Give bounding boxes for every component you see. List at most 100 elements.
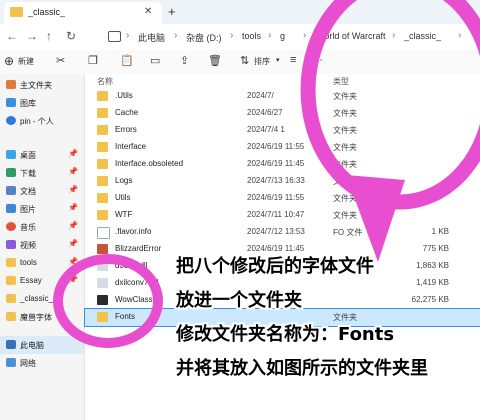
pin-icon: 📌 xyxy=(68,203,78,212)
back-icon[interactable]: ← xyxy=(6,29,18,43)
column-header-name[interactable]: 名称 xyxy=(97,76,113,87)
pin-icon: 📌 xyxy=(68,185,78,194)
paste-icon[interactable]: 📋 xyxy=(120,54,134,67)
chevron-right-icon: › xyxy=(230,30,234,41)
sidebar-item-gallery[interactable]: 图库 xyxy=(0,94,84,112)
sidebar-item-wow-fonts[interactable]: 魔兽字体 xyxy=(0,308,84,326)
sidebar-item-label: 主文件夹 xyxy=(20,81,52,90)
breadcrumb-classic[interactable]: _classic_ xyxy=(404,31,441,41)
address-bar[interactable]: ← → ↑ ↻ › 此电脑 › 杂盘 (D:) › tools › g › Wo… xyxy=(0,24,480,51)
delete-icon[interactable]: 🗑 xyxy=(208,54,222,67)
sidebar-item-home[interactable]: 主文件夹 xyxy=(0,76,84,94)
file-row[interactable]: Logs 2024/7/13 16:33 文件夹 xyxy=(85,173,480,190)
tab-classic[interactable]: _classic_ ✕ xyxy=(4,2,162,24)
sidebar-item-label: 图库 xyxy=(20,99,36,108)
file-size: 1,863 KB xyxy=(416,261,449,270)
file-row[interactable]: WowClassic 62,275 KB xyxy=(85,292,480,309)
computer-icon xyxy=(6,340,16,349)
file-row[interactable]: .flavor.info 2024/7/12 13:53 FO 文件 1 KB xyxy=(85,224,480,241)
file-name: Cache xyxy=(115,108,139,117)
file-row[interactable]: WTF 2024/7/11 10:47 文件夹 xyxy=(85,207,480,224)
breadcrumb-g[interactable]: g xyxy=(280,31,285,41)
file-name: BlizzardError xyxy=(115,244,162,253)
file-row[interactable]: Errors 2024/7/4 1 文件夹 xyxy=(85,122,480,139)
sidebar-item-tools[interactable]: tools 📌 xyxy=(0,254,84,272)
folder-icon xyxy=(6,276,16,285)
file-type: 文件夹 xyxy=(333,194,357,203)
file-row[interactable]: d3d12.dll 2024/6/1,863 KB xyxy=(85,258,480,275)
rename-icon[interactable]: ▭ xyxy=(150,54,160,67)
sidebar-item-label: 魔兽字体 xyxy=(20,313,52,322)
sidebar-item-label: pin - 个人 xyxy=(20,117,54,126)
sidebar-item-essay[interactable]: Essay 📌 xyxy=(0,272,84,290)
sidebar-item-label: 网络 xyxy=(20,359,36,368)
cut-icon[interactable]: ✂ xyxy=(56,54,65,67)
pin-icon: 📌 xyxy=(68,167,78,176)
sort-button[interactable]: 排序 xyxy=(254,56,270,67)
more-button[interactable]: ··· xyxy=(312,54,323,66)
folder-icon xyxy=(97,91,108,101)
breadcrumb-this-pc[interactable]: 此电脑 xyxy=(138,31,165,44)
desktop-icon xyxy=(6,150,16,159)
file-name: dxilconv7.dll xyxy=(115,278,159,287)
new-tab-button[interactable]: + xyxy=(168,4,176,19)
file-name: Fonts xyxy=(115,312,136,321)
sidebar-item-desktop[interactable]: 桌面 📌 xyxy=(0,146,84,164)
sidebar-item-network[interactable]: 网络 xyxy=(0,354,84,372)
sidebar-item-label: 桌面 xyxy=(20,151,36,160)
sidebar-item-downloads[interactable]: 下载 📌 xyxy=(0,164,84,182)
picture-icon xyxy=(6,204,16,213)
folder-icon xyxy=(97,193,108,203)
command-bar: ⊕ 新建 ✂ ❐ 📋 ▭ ⇪ 🗑 ⇅ 排序 ▾ ≡ ··· xyxy=(0,50,480,75)
column-header-type[interactable]: 类型 xyxy=(333,76,349,87)
folder-icon xyxy=(97,108,108,118)
breadcrumb-drive-d[interactable]: 杂盘 (D:) xyxy=(186,31,222,44)
sidebar-item-music[interactable]: 音乐 📌 xyxy=(0,218,84,236)
folder-icon xyxy=(97,210,108,220)
close-icon[interactable]: ✕ xyxy=(144,6,152,17)
file-date: 2024/7/11 10:47 xyxy=(247,210,305,219)
forward-icon[interactable]: → xyxy=(26,29,38,43)
file-name: Errors xyxy=(115,125,137,134)
download-icon xyxy=(6,168,16,177)
new-button[interactable]: 新建 xyxy=(18,56,34,67)
document-icon xyxy=(6,186,16,195)
sidebar-item-label: 音乐 xyxy=(20,223,36,232)
folder-icon xyxy=(97,125,108,135)
file-row[interactable]: dxilconv7.dll 1,419 KB xyxy=(85,275,480,292)
sidebar-item-documents[interactable]: 文档 📌 xyxy=(0,182,84,200)
sidebar-item-classic[interactable]: _classic_ xyxy=(0,290,84,308)
share-icon[interactable]: ⇪ xyxy=(180,54,189,67)
sidebar-item-onedrive[interactable]: pin - 个人 xyxy=(0,112,84,130)
sidebar-item-pictures[interactable]: 图片 📌 xyxy=(0,200,84,218)
sidebar-item-videos[interactable]: 视频 📌 xyxy=(0,236,84,254)
file-name: WowClassic xyxy=(115,295,159,304)
app-icon xyxy=(97,244,108,254)
folder-icon xyxy=(6,312,16,321)
pin-icon: 📌 xyxy=(68,239,78,248)
file-date: 2024/7/13 16:33 xyxy=(247,176,305,185)
file-row[interactable]: Fonts 文件夹 xyxy=(84,308,480,327)
file-size: 62,275 KB xyxy=(411,295,449,304)
file-row[interactable]: Utils 2024/6/19 11:55 文件夹 xyxy=(85,190,480,207)
file-row[interactable]: BlizzardError 2024/6/19 11:45 775 KB xyxy=(85,241,480,258)
file-row[interactable]: Interface 2024/6/19 11:55 文件夹 xyxy=(85,139,480,156)
file-row[interactable]: .Utils 2024/7/文件夹 xyxy=(85,88,480,105)
sidebar-item-label: 文档 xyxy=(20,187,36,196)
file-row[interactable]: Cache 2024/6/27 文件夹 xyxy=(85,105,480,122)
chevron-right-icon: › xyxy=(268,30,272,41)
file-type: 文件夹 xyxy=(333,313,357,322)
sidebar-item-this-pc[interactable]: 此电脑 xyxy=(0,336,84,354)
pin-icon: 📌 xyxy=(68,221,78,230)
up-icon[interactable]: ↑ xyxy=(46,29,52,43)
breadcrumb-wow[interactable]: World of Warcraft xyxy=(316,31,386,41)
tab-title: _classic_ xyxy=(28,7,66,17)
file-name: Utils xyxy=(115,193,131,202)
breadcrumb-tools[interactable]: tools xyxy=(242,31,261,41)
file-row[interactable]: Interface.obsoleted 2024/6/19 11:45 文件夹 xyxy=(85,156,480,173)
copy-icon[interactable]: ❐ xyxy=(88,54,98,67)
file-name: d3d12.dll xyxy=(115,261,148,270)
home-icon xyxy=(6,80,16,89)
pin-icon: 📌 xyxy=(68,275,78,284)
refresh-icon[interactable]: ↻ xyxy=(66,29,76,43)
